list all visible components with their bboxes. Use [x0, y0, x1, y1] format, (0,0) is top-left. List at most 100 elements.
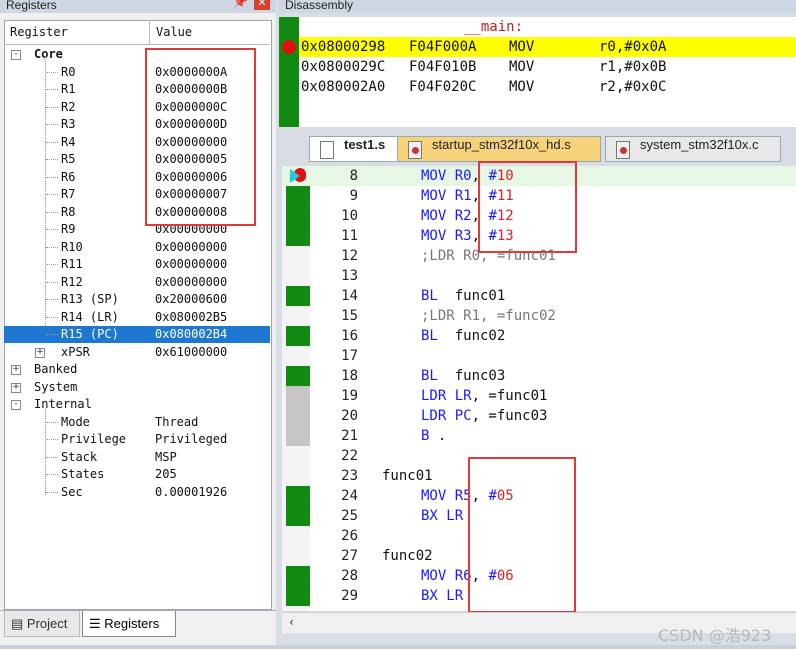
code-line-15[interactable]: 15 ;LDR R1, =func02 [282, 306, 796, 326]
c-file-icon [616, 141, 630, 159]
code-line-20[interactable]: 20 LDR PC, =func03 [282, 406, 796, 426]
code-line-19[interactable]: 19 LDR LR, =func01 [282, 386, 796, 406]
line-number: 28 [341, 568, 358, 584]
code-token: LDR [421, 388, 455, 404]
tree-line [46, 281, 58, 283]
register-row-r10[interactable]: R10 0x00000000 [4, 239, 270, 256]
close-icon[interactable]: ✕ [254, 0, 270, 10]
line-number: 17 [341, 348, 358, 364]
tree-group-system[interactable]: + System [4, 379, 270, 396]
code-line-14[interactable]: 14 BL func01 [282, 286, 796, 306]
code-text: func02 [382, 546, 433, 566]
code-line-21[interactable]: 21 B . [282, 426, 796, 446]
line-number: 14 [341, 288, 358, 304]
internal-row-privilege: Privilege Privileged [4, 431, 270, 448]
line-number: 16 [341, 328, 358, 344]
group-label: Banked [34, 362, 78, 376]
code-token: B [421, 428, 438, 444]
code-token: LR [446, 508, 464, 524]
register-value: 0x00000000 [155, 257, 228, 271]
tab-system-stm32f10x-c[interactable]: system_stm32f10x.c [605, 136, 781, 162]
line-number: 9 [349, 188, 358, 204]
editor-tab-strip: test1.s startup_stm32f10x_hd.s system_st… [279, 130, 796, 164]
annotation-box-func-immediates [468, 457, 576, 613]
instruction-hex: F04F020C [409, 79, 477, 95]
disassembly-line[interactable]: 0x08000298 F04F000A MOV r0,#0x0A [299, 37, 796, 57]
expand-icon[interactable]: + [11, 365, 21, 375]
code-text: LDR LR, =func01 [421, 386, 547, 406]
register-name: R6 [61, 169, 76, 184]
tree-line [46, 316, 58, 318]
collapse-icon[interactable]: - [11, 400, 21, 410]
tree-line [46, 211, 58, 213]
tree-line [46, 456, 58, 458]
current-instruction-arrow-icon [290, 169, 300, 183]
register-row-r12[interactable]: R12 0x00000000 [4, 274, 270, 291]
disassembly-line[interactable]: 0x080002A0 F04F020C MOV r2,#0x0C [299, 77, 796, 97]
pin-icon[interactable]: 📌 [233, 0, 248, 8]
header-register[interactable]: Register [10, 25, 68, 39]
internal-value: 0.00001926 [155, 484, 228, 499]
code-line-13[interactable]: 13 [282, 266, 796, 286]
code-token: . [437, 428, 447, 444]
expand-icon[interactable]: + [11, 382, 21, 393]
register-row-r13-sp[interactable]: R13 (SP) 0x20000600 [4, 291, 270, 308]
line-number: 15 [341, 308, 358, 324]
register-value: 0x080002B4 [155, 327, 228, 341]
register-value: 0x00000000 [155, 239, 228, 254]
register-row-r11[interactable]: R11 0x00000000 [4, 256, 270, 273]
line-number: 8 [349, 168, 358, 184]
disassembly-view[interactable]: __main: 0x08000298 F04F000A MOV r0,#0x0A 0x0… [279, 17, 796, 127]
breakpoint-icon[interactable] [282, 40, 296, 54]
tree-line [46, 246, 58, 248]
code-line-18[interactable]: 18 BL func03 [282, 366, 796, 386]
line-number: 20 [341, 408, 358, 424]
register-row-r14-lr[interactable]: R14 (LR) 0x080002B5 [4, 309, 270, 326]
code-token: BX [421, 588, 447, 604]
internal-row-states: States 205 [4, 466, 270, 483]
header-value[interactable]: Value [156, 25, 192, 39]
scroll-left-icon[interactable]: ‹ [288, 615, 295, 629]
tab-project[interactable]: ▤ Project [4, 611, 80, 637]
tree-group-banked[interactable]: + Banked [4, 361, 270, 378]
tab-registers[interactable]: ☰ Registers [82, 611, 176, 637]
register-value: 0x00000000 [155, 274, 228, 289]
register-name: R14 (LR) [61, 309, 119, 324]
internal-name: Mode [61, 414, 90, 429]
register-value: 0x080002B5 [155, 309, 228, 324]
disassembly-title-bar: Disassembly [279, 0, 796, 13]
tab-startup-stm32f10x-hd-s[interactable]: startup_stm32f10x_hd.s [397, 136, 601, 162]
code-token: MOV [421, 228, 455, 244]
code-token: BL [421, 368, 455, 384]
tree-line [46, 159, 58, 160]
line-number: 10 [341, 208, 358, 224]
code-token: MOV [421, 568, 455, 584]
tree-group-internal[interactable]: - Internal [4, 396, 270, 413]
disassembly-line[interactable]: 0x0800029C F04F010B MOV r1,#0x0B [299, 57, 796, 77]
internal-value: Thread [155, 414, 199, 429]
instruction-args: r2,#0x0C [599, 79, 667, 95]
tree-line [46, 106, 58, 108]
register-row-r15-pc[interactable]: R15 (PC) 0x080002B4 [4, 326, 270, 343]
register-row-xpsr[interactable]: + xPSR 0x61000000 [4, 344, 270, 361]
expand-icon[interactable]: + [35, 347, 45, 358]
internal-name: States [61, 467, 105, 481]
internal-value: Privileged [155, 432, 228, 446]
column-divider[interactable] [149, 20, 150, 44]
internal-row-stack: Stack MSP [4, 449, 270, 466]
bottom-strip [0, 645, 796, 649]
code-line-16[interactable]: 16 BL func02 [282, 326, 796, 346]
line-number: 19 [341, 388, 358, 404]
register-name: R3 [61, 117, 76, 131]
tab-test1-s[interactable]: test1.s [309, 136, 399, 162]
code-token: R2 [454, 208, 472, 224]
group-label: Internal [34, 397, 92, 411]
code-token: , =func01 [471, 388, 548, 404]
code-token: LR [446, 588, 464, 604]
code-text: BX LR [421, 586, 463, 606]
code-token: R0 [454, 168, 472, 184]
code-line-17[interactable]: 17 [282, 346, 796, 366]
collapse-icon[interactable]: - [11, 50, 21, 60]
register-name: R0 [61, 64, 76, 79]
line-number: 11 [341, 228, 358, 244]
